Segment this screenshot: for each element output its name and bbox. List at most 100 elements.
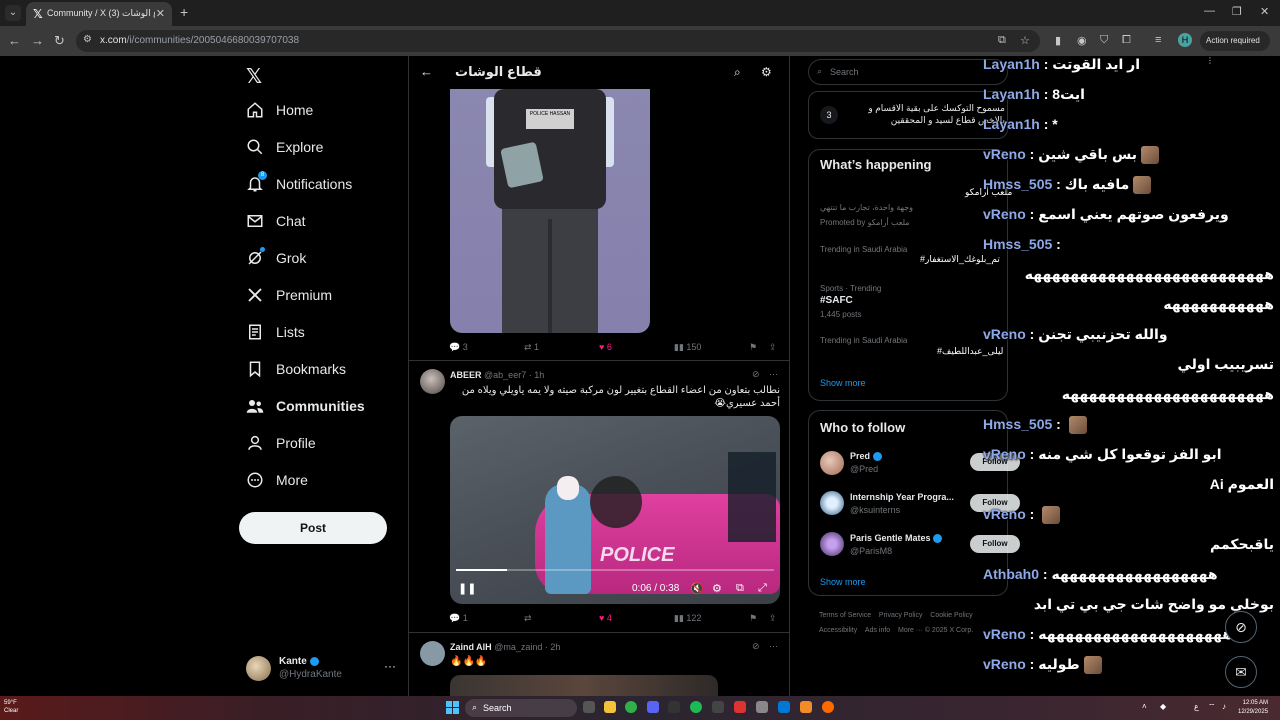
follow-avatar[interactable] (820, 451, 844, 475)
like-button[interactable]: ♥ 4 (599, 613, 612, 623)
shield-icon[interactable]: ⛉ (1100, 34, 1108, 47)
nav-premium[interactable]: Premium (246, 281, 332, 309)
nav-bookmarks[interactable]: Bookmarks (246, 355, 346, 383)
profile-avatar[interactable]: H (1178, 33, 1192, 47)
extensions-puzzle-icon[interactable]: ⧠ (1122, 34, 1131, 47)
tab-search-icon[interactable]: ⌄ (5, 5, 21, 21)
chrome-icon[interactable] (625, 701, 637, 713)
reply-button[interactable]: 💬 1 (449, 613, 468, 624)
tweet-image[interactable] (450, 675, 718, 696)
maximize-icon[interactable]: ❐ (1232, 5, 1242, 18)
tab-close-icon[interactable]: ✕ (156, 7, 165, 20)
trend-name[interactable]: #SAFC (820, 295, 853, 306)
file-explorer-icon[interactable] (604, 701, 616, 713)
nav-chat[interactable]: Chat (246, 207, 306, 235)
share-icon[interactable]: ⇪ (769, 613, 777, 624)
taskbar-search[interactable]: ⌕ Search (465, 699, 577, 717)
x-logo-icon[interactable]: 𝕏 (246, 64, 262, 89)
tweet-video[interactable]: POLICE ❚❚ 0:06 / 0:38 🔇 ⚙ ⧉ ⤢ (450, 416, 780, 604)
show-more-link[interactable]: Show more (820, 378, 866, 388)
extension-2-icon[interactable]: ◉ (1077, 34, 1087, 47)
tweet-more-icon[interactable]: ··· (769, 641, 778, 651)
media-control-icon[interactable]: ≡ (1155, 34, 1161, 46)
repost-button[interactable]: ⇄ (524, 613, 532, 624)
pause-icon[interactable]: ❚❚ (458, 582, 476, 595)
ads-info-link[interactable]: Ads info (865, 627, 890, 634)
app-icon[interactable] (668, 701, 680, 713)
fullscreen-icon[interactable]: ⤢ (758, 582, 767, 595)
tray-chevron-icon[interactable]: ˄ (1142, 702, 1147, 711)
repost-button[interactable]: ⇄ 1 (524, 342, 539, 353)
obs-icon[interactable] (712, 701, 724, 713)
extension-1-icon[interactable]: ▮ (1055, 34, 1061, 47)
tweet-more-icon[interactable]: ··· (769, 369, 778, 379)
start-icon[interactable] (446, 701, 459, 714)
steam-icon[interactable] (778, 701, 790, 713)
install-icon[interactable]: ⧉ (998, 34, 1006, 47)
mute-icon[interactable]: 🔇 (690, 582, 704, 595)
like-button[interactable]: ♥ 6 (599, 342, 612, 352)
settings-icon[interactable]: ⚙ (761, 65, 772, 79)
accessibility-link[interactable]: Accessibility (819, 627, 857, 634)
nav-explore[interactable]: Explore (246, 133, 323, 161)
address-bar[interactable]: ⚙ x.com/i/communities/200504668003970703… (76, 30, 1040, 52)
action-required-button[interactable]: Action required ⋮ (1200, 31, 1270, 65)
privacy-link[interactable]: Privacy Policy (879, 612, 923, 619)
wifi-icon[interactable]: ⌔ (1208, 702, 1216, 712)
post-button[interactable]: Post (239, 512, 387, 544)
show-more-link[interactable]: Show more (820, 577, 866, 587)
account-switcher[interactable]: Kante @HydraKante ··· (246, 654, 406, 684)
system-clock[interactable]: 12:05 AM 12/29/2025 (1238, 699, 1268, 717)
grok-icon[interactable]: ⊘ (752, 369, 760, 380)
bookmark-icon[interactable]: ⚑ (749, 613, 757, 624)
new-tab-icon[interactable]: + (180, 4, 188, 20)
tray-app-icon[interactable]: ◆ (1160, 702, 1166, 711)
post-image-officer[interactable]: POLICE HASSAN (450, 89, 650, 333)
video-settings-icon[interactable]: ⚙ (712, 582, 722, 595)
follow-avatar[interactable] (820, 491, 844, 515)
nav-communities[interactable]: Communities (246, 392, 365, 420)
account-more-icon[interactable]: ··· (384, 659, 396, 673)
follow-name[interactable]: Pred (850, 451, 882, 462)
cookie-link[interactable]: Cookie Policy (930, 612, 972, 619)
ad-headline[interactable]: وجهة واحدة، تجارب ما تنتهي (820, 203, 913, 212)
grok-icon[interactable]: ⊘ (752, 641, 760, 652)
reply-button[interactable]: 💬 3 (449, 342, 468, 353)
bookmark-icon[interactable]: ⚑ (749, 342, 757, 353)
views-button[interactable]: ▮▮ 150 (674, 342, 701, 353)
grok-float-icon[interactable]: ⊘ (1225, 611, 1257, 643)
language-indicator[interactable]: ع (1194, 702, 1199, 711)
tweet-author[interactable]: Zaind AlH (450, 642, 492, 652)
volume-icon[interactable]: ♪ (1222, 702, 1226, 711)
more-link[interactable]: More ··· (898, 627, 923, 634)
messages-float-icon[interactable]: ✉ (1225, 656, 1257, 688)
nav-more[interactable]: More (246, 466, 308, 494)
task-view-icon[interactable] (583, 701, 595, 713)
window-close-icon[interactable]: ✕ (1260, 5, 1269, 18)
forward-icon[interactable]: → (31, 33, 44, 48)
spotify-icon[interactable] (690, 701, 702, 713)
app-icon-grey[interactable] (756, 701, 768, 713)
tweet-avatar[interactable] (420, 641, 445, 666)
nav-profile[interactable]: Profile (246, 429, 316, 457)
back-icon[interactable]: ← (8, 33, 21, 48)
app-icon-fire[interactable] (822, 701, 834, 713)
follow-name[interactable]: Paris Gentle Mates (850, 533, 943, 544)
discord-icon[interactable] (647, 701, 659, 713)
app-icon-red[interactable] (734, 701, 746, 713)
nav-grok[interactable]: Grok (246, 244, 306, 272)
tweet-author[interactable]: ABEER (450, 370, 482, 380)
share-icon[interactable]: ⇪ (769, 342, 777, 353)
follow-avatar[interactable] (820, 532, 844, 556)
nav-notifications[interactable]: 8 Notifications (246, 170, 352, 198)
views-button[interactable]: ▮▮ 122 (674, 613, 701, 624)
site-info-icon[interactable]: ⚙ (83, 34, 92, 45)
browser-tab[interactable]: 𝕏 Community / X قطاع الوشات (3) ✕ (26, 2, 172, 26)
terms-link[interactable]: Terms of Service (819, 612, 871, 619)
popout-icon[interactable]: ⧉ (736, 582, 744, 595)
minimize-icon[interactable]: — (1204, 5, 1215, 17)
app-icon-orange[interactable] (800, 701, 812, 713)
search-icon[interactable]: ⌕ (734, 65, 741, 80)
weather-widget[interactable]: 59°F Clear (4, 699, 18, 715)
reload-icon[interactable]: ↻ (54, 33, 65, 49)
